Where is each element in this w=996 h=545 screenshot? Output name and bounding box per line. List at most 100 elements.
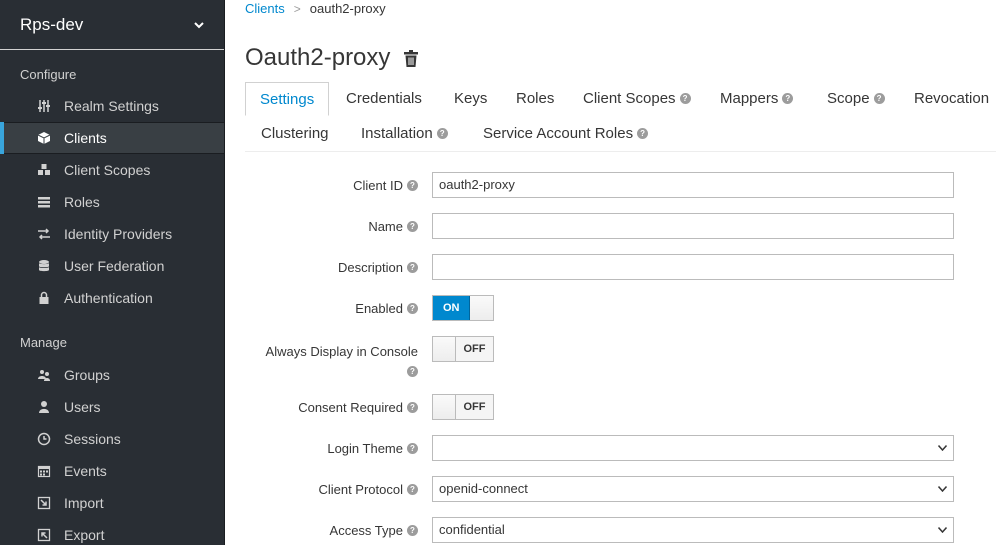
- tab-credentials[interactable]: Credentials: [346, 82, 422, 116]
- sidebar-item-clients[interactable]: Clients: [0, 122, 224, 154]
- realm-name: Rps-dev: [20, 14, 84, 34]
- description-label: Description?: [248, 260, 418, 275]
- breadcrumb-clients-link[interactable]: Clients: [245, 1, 285, 16]
- breadcrumb: Clients > oauth2-proxy: [245, 1, 386, 16]
- sidebar-item-label: Sessions: [64, 431, 121, 447]
- access-type-select[interactable]: confidential: [432, 517, 954, 543]
- sidebar-item-label: Events: [64, 463, 107, 479]
- tab-client-scopes[interactable]: Client Scopes?: [583, 82, 691, 116]
- sidebar-item-label: Identity Providers: [64, 226, 173, 242]
- sidebar-item-user-federation[interactable]: User Federation: [0, 250, 224, 282]
- access-type-label: Access Type?: [248, 523, 418, 538]
- tab-clustering[interactable]: Clustering: [261, 117, 329, 151]
- enabled-label: Enabled?: [248, 301, 418, 316]
- help-icon: ?: [637, 127, 649, 139]
- trash-icon[interactable]: [404, 49, 419, 67]
- consent-required-toggle[interactable]: OFF: [432, 394, 494, 420]
- breadcrumb-current: oauth2-proxy: [309, 1, 386, 16]
- import-icon: [36, 496, 52, 510]
- sidebar-item-client-scopes[interactable]: Client Scopes: [0, 154, 224, 186]
- tab-label: Mappers: [720, 90, 779, 107]
- help-icon: ?: [873, 92, 885, 104]
- help-icon: ?: [407, 443, 418, 455]
- tab-label: Roles: [516, 90, 555, 107]
- breadcrumb-separator: >: [293, 1, 301, 16]
- name-input[interactable]: [432, 213, 954, 239]
- tab-label: Scope: [827, 90, 870, 107]
- tab-keys[interactable]: Keys: [454, 82, 487, 116]
- help-icon: ?: [407, 221, 418, 233]
- toggle-off-label: OFF: [456, 395, 493, 419]
- sidebar-item-label: Client Scopes: [64, 162, 151, 178]
- toggle-off-label: OFF: [456, 337, 493, 361]
- login-theme-select[interactable]: [432, 435, 954, 461]
- sidebar-item-label: Clients: [64, 130, 107, 146]
- sidebar-item-label: Groups: [64, 367, 110, 383]
- tab-label: Keys: [454, 90, 488, 107]
- tab-installation[interactable]: Installation?: [361, 117, 448, 151]
- help-icon: ?: [407, 484, 418, 496]
- client-id-input[interactable]: oauth2-proxy: [432, 172, 954, 198]
- chevron-down-icon: [194, 21, 204, 28]
- access-type-value: confidential: [439, 522, 505, 537]
- help-icon: ?: [407, 262, 418, 274]
- tab-mappers[interactable]: Mappers?: [720, 82, 794, 116]
- sidebar-item-groups[interactable]: Groups: [0, 359, 224, 391]
- cube-icon: [36, 131, 52, 145]
- user-icon: [36, 400, 52, 414]
- exchange-icon: [36, 227, 52, 241]
- database-icon: [36, 259, 52, 273]
- tab-label: Clustering: [261, 125, 329, 142]
- tab-label: Revocation: [914, 90, 990, 107]
- sidebar-item-label: Users: [64, 399, 101, 415]
- toggle-knob: [433, 337, 456, 361]
- client-id-label: Client ID?: [248, 178, 418, 193]
- title-row: Oauth2-proxy: [245, 44, 419, 72]
- users-group-icon: [36, 368, 52, 382]
- sidebar-item-roles[interactable]: Roles: [0, 186, 224, 218]
- help-icon: ?: [407, 525, 418, 537]
- chevron-down-icon: [938, 486, 947, 492]
- help-icon: ?: [407, 303, 418, 315]
- tab-label: Service Account Roles: [483, 125, 634, 142]
- export-icon: [36, 528, 52, 542]
- enabled-toggle[interactable]: ON: [432, 295, 494, 321]
- tab-settings[interactable]: Settings: [245, 82, 330, 116]
- toggle-on-label: ON: [433, 296, 471, 320]
- tab-service-account-roles[interactable]: Service Account Roles?: [483, 117, 649, 151]
- sidebar-item-label: Realm Settings: [64, 98, 159, 114]
- help-icon: ?: [407, 366, 418, 378]
- description-input[interactable]: [432, 254, 954, 280]
- sidebar-item-realm-settings[interactable]: Realm Settings: [0, 90, 224, 122]
- consent-required-label: Consent Required?: [248, 400, 418, 415]
- realm-selector[interactable]: Rps-dev: [0, 0, 224, 50]
- sidebar-item-authentication[interactable]: Authentication: [0, 282, 224, 314]
- tab-scope[interactable]: Scope?: [827, 82, 885, 116]
- login-theme-label: Login Theme?: [248, 441, 418, 456]
- sidebar-item-label: Import: [64, 495, 104, 511]
- tab-revocation[interactable]: Revocation: [914, 82, 989, 116]
- sidebar-item-label: Roles: [64, 194, 100, 210]
- always-display-label: Always Display in Console?: [265, 344, 418, 378]
- lock-icon: [36, 291, 52, 305]
- client-protocol-select[interactable]: openid-connect: [432, 476, 954, 502]
- list-icon: [36, 195, 52, 209]
- tab-label: Client Scopes: [583, 90, 676, 107]
- client-protocol-label: Client Protocol?: [248, 482, 418, 497]
- chevron-down-icon: [938, 527, 947, 533]
- client-protocol-value: openid-connect: [439, 481, 528, 496]
- tab-roles[interactable]: Roles: [516, 82, 554, 116]
- sidebar-item-import[interactable]: Import: [0, 487, 224, 519]
- tab-label: Settings: [260, 91, 315, 108]
- page-title: Oauth2-proxy: [245, 44, 391, 71]
- sidebar-item-label: Authentication: [64, 290, 153, 306]
- sidebar-item-users[interactable]: Users: [0, 391, 224, 423]
- manage-section-title: Manage: [20, 335, 67, 350]
- sidebar-item-identity-providers[interactable]: Identity Providers: [0, 218, 224, 250]
- sidebar-item-sessions[interactable]: Sessions: [0, 423, 224, 455]
- sidebar-item-export[interactable]: Export: [0, 519, 224, 545]
- help-icon: ?: [782, 92, 794, 104]
- help-icon: ?: [436, 127, 448, 139]
- sidebar-item-events[interactable]: Events: [0, 455, 224, 487]
- always-display-toggle[interactable]: OFF: [432, 336, 494, 362]
